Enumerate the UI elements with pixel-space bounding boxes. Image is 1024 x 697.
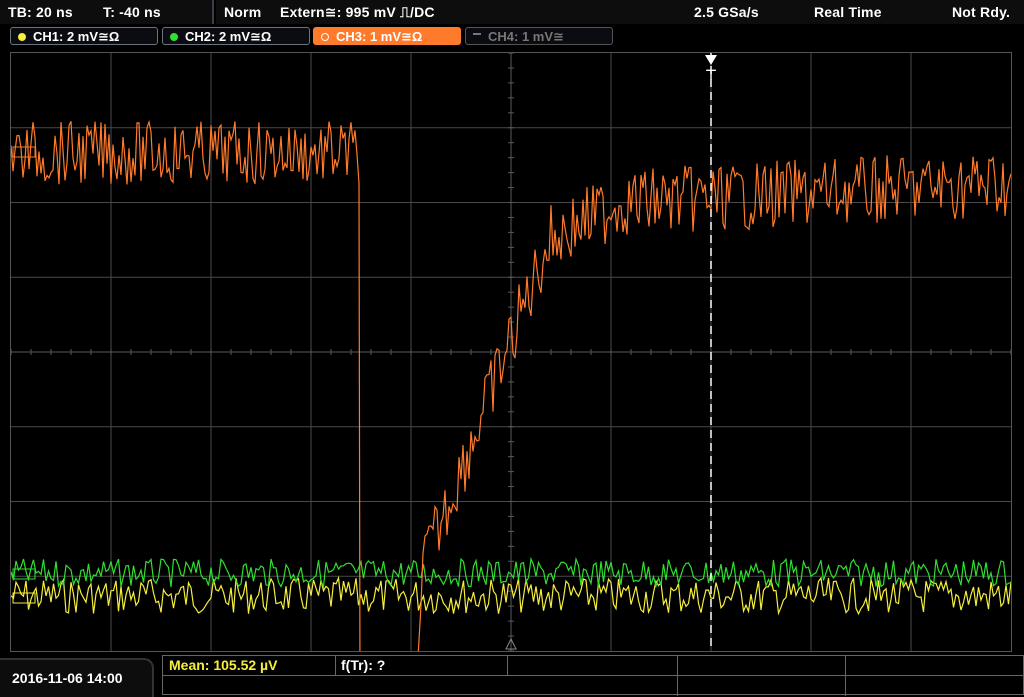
channel-3-indicator-icon — [321, 33, 329, 41]
measurement-f-tr: f(Tr): ? — [341, 657, 386, 673]
waveform-display[interactable]: ⊤ — [10, 52, 1012, 694]
measurement-cell-3[interactable] — [507, 656, 678, 675]
channel-2-button[interactable]: CH2: 2 mV≅Ω — [162, 27, 310, 45]
trigger-mode: Norm — [224, 4, 262, 20]
waveform-canvas: ⊤ — [10, 52, 1012, 694]
trigger-down-arrow-icon — [705, 55, 717, 65]
channel-3-label: CH3: 1 mV≅Ω — [336, 29, 423, 44]
channel-1-label: CH1: 2 mV≅Ω — [33, 29, 120, 44]
acquisition-status: Not Rdy. — [952, 4, 1011, 20]
acquisition-mode: Real Time — [814, 4, 882, 20]
measurement-mean: Mean: 105.52 µV — [169, 657, 278, 673]
timebase-value: TB: 20 ns — [8, 4, 73, 20]
trigger-status-bar[interactable]: Norm Extern≅: 995 mV ⎍/DC 2.5 GSa/s Real… — [216, 0, 1024, 24]
datetime-value: 2016-11-06 14:00 — [12, 670, 123, 686]
trigger-time-value: T: -40 ns — [103, 4, 161, 20]
channel-4-label: CH4: 1 mV≅ — [488, 29, 564, 44]
channel-2-label: CH2: 2 mV≅Ω — [185, 29, 272, 44]
channel-3-ref-icon — [12, 146, 36, 158]
channel-2-indicator-icon — [170, 33, 178, 41]
channel-4-button[interactable]: CH4: 1 mV≅ — [465, 27, 613, 45]
channel-1-indicator-icon — [18, 33, 26, 41]
trigger-source: Extern≅: 995 mV ⎍/DC — [280, 4, 435, 20]
channel-4-indicator-icon — [473, 33, 481, 35]
measurement-panel[interactable]: Mean: 105.52 µV f(Tr): ? — [162, 655, 1024, 696]
channel-3-button[interactable]: CH3: 1 mV≅Ω — [313, 27, 461, 45]
channel-bar: CH1: 2 mV≅Ω CH2: 2 mV≅Ω CH3: 1 mV≅Ω CH4:… — [0, 24, 1024, 48]
channel-2-ref-icon — [12, 568, 36, 580]
trigger-t-icon: ⊤ — [705, 67, 716, 82]
measurement-cell-6 — [677, 675, 846, 696]
measurement-cell-5 — [507, 675, 678, 696]
sample-rate: 2.5 GSa/s — [694, 4, 759, 20]
datetime-panel: 2016-11-06 14:00 — [0, 658, 154, 697]
footer-bar: 2016-11-06 14:00 Mean: 105.52 µV f(Tr): … — [0, 655, 1024, 697]
channel-1-button[interactable]: CH1: 2 mV≅Ω — [10, 27, 158, 45]
timebase-panel[interactable]: TB: 20 ns T: -40 ns — [0, 0, 214, 24]
measurement-cell-4[interactable] — [677, 656, 846, 675]
